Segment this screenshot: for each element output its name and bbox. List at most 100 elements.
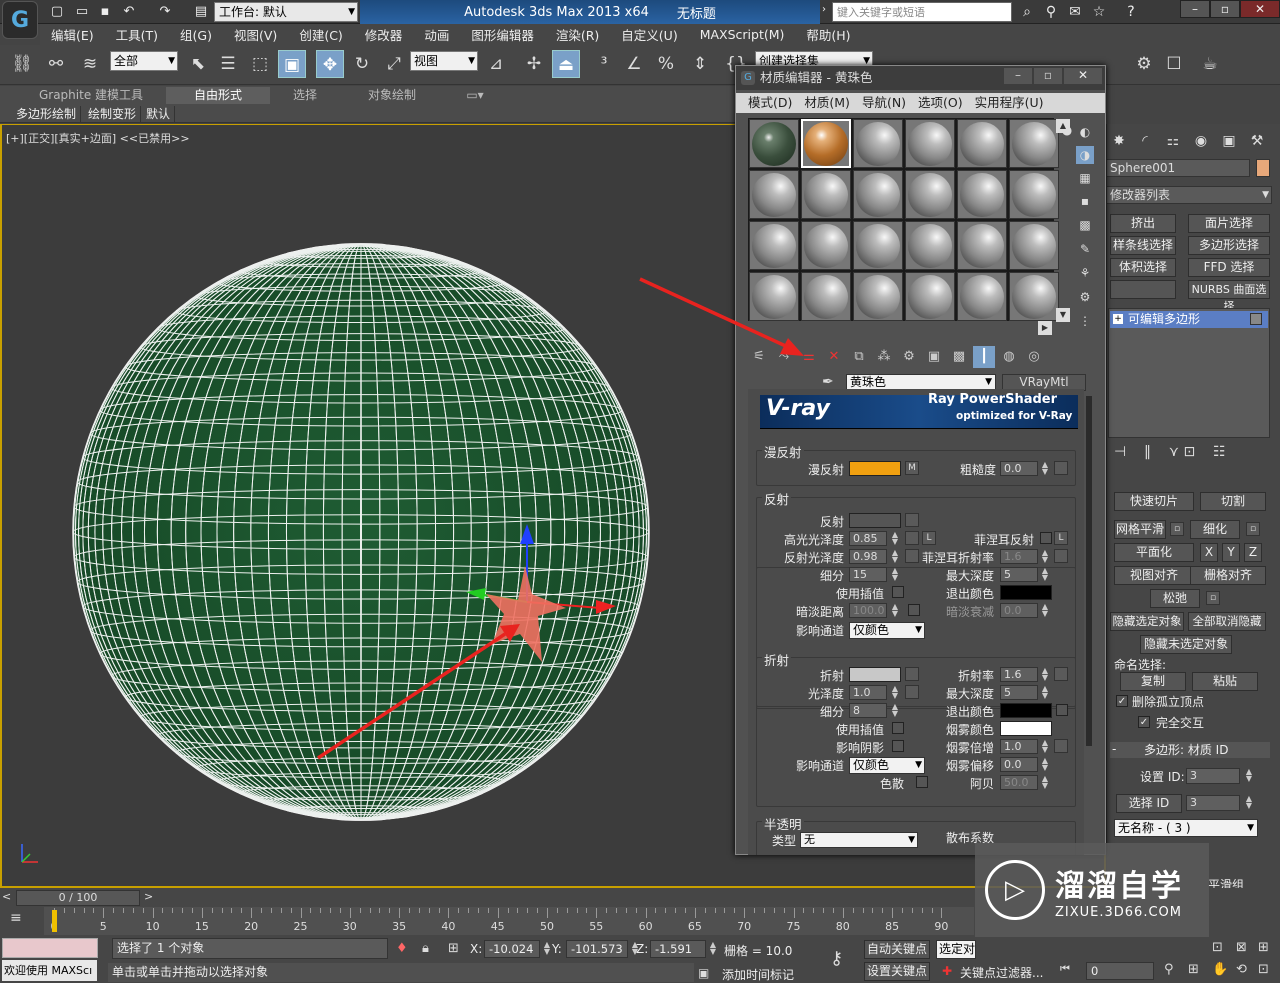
diffuse-map-button[interactable]: M (905, 461, 919, 475)
refract-map-button[interactable] (905, 667, 919, 681)
go-to-parent-icon[interactable]: ◍ (998, 346, 1020, 368)
set-id-field[interactable]: 3 (1186, 768, 1240, 784)
hilight-gloss-map-button[interactable] (905, 531, 919, 545)
time-slider-prev-icon[interactable]: < (2, 890, 11, 903)
nurbs-surface-select-button[interactable]: NURBS 曲面选择 (1188, 280, 1270, 313)
select-manipulate-icon[interactable]: ✢ (520, 50, 548, 78)
stack-item-editable-poly[interactable]: 可编辑多边形 (1110, 311, 1268, 328)
maxscript-listener-mini[interactable] (2, 938, 98, 958)
lock-selection-icon[interactable]: 🔒︎ (422, 941, 429, 956)
menu-customize[interactable]: 自定义(U) (610, 25, 688, 44)
menu-edit[interactable]: 编辑(E) (40, 25, 105, 44)
sample-slot[interactable] (853, 170, 903, 219)
render-production-icon[interactable]: ☕ (1196, 50, 1224, 78)
refr-max-depth-field[interactable]: 5 (1000, 685, 1038, 700)
diffuse-color-swatch[interactable] (849, 461, 901, 476)
dim-falloff-field[interactable]: 0.0 (1000, 603, 1038, 618)
select-object-icon[interactable]: ⬉ (184, 50, 212, 78)
subtab-paint-deform[interactable]: 绘制变形 (84, 106, 142, 122)
maximize-viewport-icon[interactable]: ⊡ (1258, 962, 1269, 977)
grid-align-button[interactable]: 栅格对齐 (1190, 566, 1266, 585)
subtab-poly-draw[interactable]: 多边形绘制 (12, 106, 82, 122)
sample-slot[interactable] (905, 119, 955, 168)
mini-curve-editor-icon[interactable]: ≡ (10, 910, 22, 926)
save-icon[interactable]: ▪ (96, 3, 114, 21)
dim-distance-spinner[interactable]: ▲ ▼ (890, 603, 900, 618)
display-tab-icon[interactable]: ▣ (1218, 131, 1240, 151)
refr-subdivs-spinner[interactable]: ▲ ▼ (890, 703, 900, 718)
volume-select-button[interactable]: 体积选择 (1110, 258, 1176, 277)
dim-falloff-spinner[interactable]: ▲ ▼ (1040, 603, 1050, 618)
backlight-icon[interactable]: ◑ (1076, 146, 1094, 164)
ior-field[interactable]: 1.6 (1000, 667, 1038, 682)
empty-modifier-button[interactable] (1110, 280, 1176, 299)
create-tab-icon[interactable]: ✸ (1108, 131, 1130, 151)
sample-slot[interactable] (957, 170, 1007, 219)
maxscript-welcome[interactable]: 欢迎使用 MAXScı (2, 960, 97, 981)
refract-color-swatch[interactable] (849, 667, 901, 682)
planar-y-button[interactable]: Y (1222, 543, 1240, 562)
sample-slot[interactable] (801, 221, 851, 270)
mesh-smooth-settings-icon[interactable]: ▫ (1170, 522, 1184, 536)
get-material-icon[interactable]: ⚟ (748, 346, 770, 368)
sample-sphere-icon[interactable]: ◐ (1076, 123, 1094, 141)
rendered-frame-icon[interactable]: ☐ (1160, 50, 1188, 78)
refl-gloss-field[interactable]: 0.98 (849, 549, 887, 564)
select-id-button[interactable]: 选择 ID (1116, 794, 1182, 813)
paste-button[interactable]: 粘贴 (1192, 672, 1258, 691)
bind-space-warp-icon[interactable]: ≋ (76, 50, 104, 78)
roughness-map-button[interactable] (1054, 461, 1068, 475)
ribbon-options-icon[interactable]: ▭▾ (462, 87, 488, 104)
refr-max-depth-spinner[interactable]: ▲ ▼ (1040, 685, 1050, 700)
project-folder-icon[interactable]: ▤ (192, 3, 210, 21)
refl-gloss-spinner[interactable]: ▲ ▼ (890, 549, 900, 564)
set-key-button[interactable]: 设置关键点 (864, 962, 930, 981)
pivot-center-icon[interactable]: ⊿ (482, 50, 510, 78)
refr-gloss-map-button[interactable] (905, 685, 919, 699)
sample-slot[interactable] (905, 170, 955, 219)
eyedropper-icon[interactable]: ✒ (822, 374, 834, 390)
new-file-icon[interactable]: ▢ (48, 3, 66, 21)
mesh-smooth-button[interactable]: 网格平滑 (1114, 520, 1166, 539)
scroll-right-icon[interactable]: ▶ (1038, 321, 1052, 335)
relax-button[interactable]: 松弛 (1150, 589, 1200, 608)
add-time-tag[interactable]: 添加时间标记 (722, 966, 794, 983)
tessellate-button[interactable]: 细化 (1190, 520, 1240, 539)
sphere-wireframe[interactable] (0, 124, 740, 884)
x-spinner[interactable]: ▲ ▼ (542, 941, 552, 956)
motion-tab-icon[interactable]: ◉ (1190, 131, 1212, 151)
menu-modifiers[interactable]: 修改器 (354, 25, 414, 44)
sample-slot[interactable] (853, 221, 903, 270)
fog-multiplier-spinner[interactable]: ▲ ▼ (1040, 739, 1050, 754)
dispersion-checkbox[interactable] (916, 776, 928, 788)
ior-map-button[interactable] (1054, 667, 1068, 681)
reflect-map-button[interactable] (905, 513, 919, 527)
fresnel-checkbox[interactable] (1040, 532, 1052, 544)
tab-selection[interactable]: 选择 (280, 87, 330, 104)
refl-subdivs-field[interactable]: 15 (849, 567, 887, 582)
expand-icon[interactable]: + (1113, 314, 1123, 324)
snaps-toggle-icon[interactable]: ³ (590, 50, 618, 78)
sample-slot[interactable] (957, 119, 1007, 168)
hilight-gloss-field[interactable]: 0.85 (849, 531, 887, 546)
show-end-result-icon[interactable]: ┃ (973, 346, 995, 368)
parameters-scrollbar[interactable] (1086, 396, 1092, 746)
sample-slot[interactable] (749, 272, 799, 321)
sample-slot[interactable] (853, 272, 903, 321)
select-move-icon[interactable]: ✥ (316, 50, 344, 78)
refl-affect-channels-dropdown[interactable]: 仅颜色 ▼ (849, 622, 925, 639)
close-button[interactable]: ✕ (1240, 0, 1280, 18)
material-editor-window[interactable]: 材质编辑器 - 黄珠色 G – ▫ ✕ 模式(D) 材质(M) 导航(N) 选项… (735, 65, 1106, 855)
z-coord-field[interactable]: -1.591 (650, 940, 706, 958)
minimize-button[interactable]: – (1180, 0, 1210, 18)
subscription-icon[interactable]: ⚲ (1040, 2, 1062, 22)
y-coord-field[interactable]: -101.573 (566, 940, 628, 958)
select-by-material-icon[interactable]: ⚙ (1076, 288, 1094, 306)
object-color-swatch[interactable] (1256, 159, 1270, 177)
material-name-dropdown[interactable]: 无名称 - ( 3 ) ▼ (1114, 819, 1258, 837)
affect-shadows-checkbox[interactable] (892, 740, 904, 752)
view-align-button[interactable]: 视图对齐 (1114, 566, 1194, 585)
fog-color-swatch[interactable] (1000, 721, 1052, 736)
menu-group[interactable]: 组(G) (169, 25, 223, 44)
material-map-navigator-icon[interactable]: ⋮ (1076, 312, 1094, 330)
